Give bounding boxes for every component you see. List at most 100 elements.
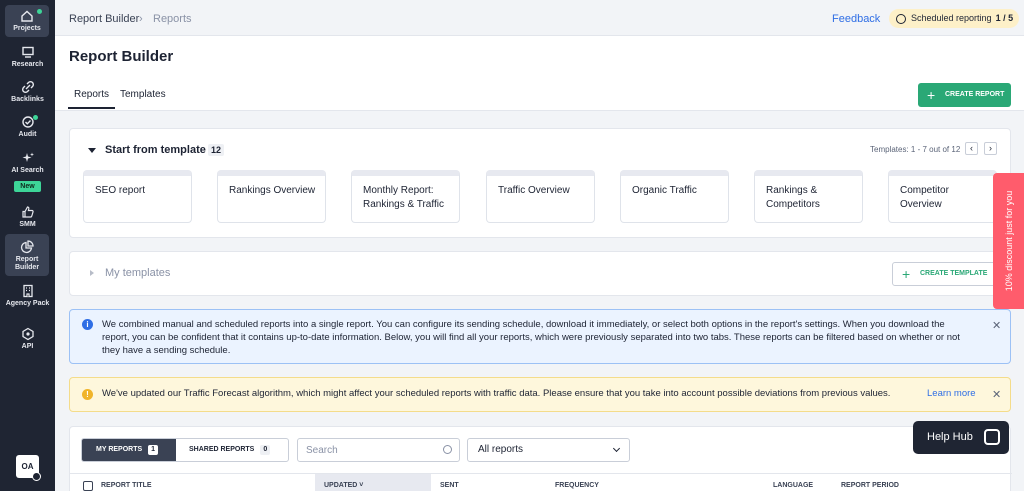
scheduled-reporting-count: 1 / 5 — [995, 13, 1014, 23]
template-card-label: Rankings & Competitors — [766, 185, 820, 210]
plus-icon: + — [927, 87, 936, 103]
create-template-label: CREATE TEMPLATE — [920, 270, 988, 277]
select-all-checkbox[interactable] — [83, 481, 93, 491]
create-template-button[interactable]: + CREATE TEMPLATE — [892, 262, 1007, 286]
template-card-label: Organic Traffic — [632, 185, 697, 196]
gear-icon[interactable] — [32, 472, 41, 481]
caret-down-icon[interactable] — [88, 148, 96, 153]
learn-more-link[interactable]: Learn more — [927, 388, 976, 399]
home-icon — [21, 10, 33, 22]
template-card-label: Monthly Report: Rankings & Traffic — [363, 185, 444, 210]
feedback-link[interactable]: Feedback — [832, 13, 880, 25]
column-updated-label: UPDATED — [324, 482, 358, 489]
sidebar-item-smm[interactable]: SMM — [0, 205, 55, 229]
chevron-right-icon: › — [139, 13, 143, 25]
column-sent[interactable]: SENT — [440, 482, 459, 489]
close-icon[interactable]: ✕ — [992, 388, 1001, 401]
sidebar-item-label: Projects — [13, 25, 41, 32]
sidebar-item-label: Audit — [18, 131, 37, 138]
section-title[interactable]: Start from template — [105, 144, 206, 156]
discount-label: 10% discount just for you — [1003, 190, 1014, 292]
template-card-organic-traffic[interactable]: Organic Traffic — [620, 170, 729, 223]
sidebar-item-label: API — [21, 343, 34, 350]
column-language[interactable]: LANGUAGE — [773, 482, 813, 489]
sidebar-item-research[interactable]: Research — [0, 45, 55, 69]
sidebar-item-ai-search[interactable]: AI Search New — [0, 151, 55, 193]
building-icon — [22, 284, 33, 298]
info-alert-text: We combined manual and scheduled reports… — [102, 319, 960, 356]
templates-pager-text: Templates: 1 - 7 out of 12 — [870, 145, 961, 154]
template-card-rankings-overview[interactable]: Rankings Overview — [217, 170, 326, 223]
report-filter-value: All reports — [478, 444, 524, 455]
sidebar-item-projects[interactable]: Projects — [5, 5, 49, 37]
template-card-competitor-overview[interactable]: Competitor Overview — [888, 170, 997, 223]
sidebar-item-label: Backlinks — [11, 96, 44, 103]
template-card-rankings-competitors[interactable]: Rankings & Competitors — [754, 170, 863, 223]
template-card-label: Traffic Overview — [498, 185, 570, 196]
new-badge: New — [14, 181, 41, 192]
sidebar: Projects Research Backlinks Audit AI Sea… — [0, 0, 55, 491]
report-filter-select[interactable]: All reports — [467, 438, 630, 462]
sparkle-icon — [22, 152, 34, 162]
template-card-monthly-report[interactable]: Monthly Report: Rankings & Traffic — [351, 170, 460, 223]
monitor-icon — [21, 46, 34, 58]
thumbs-up-icon — [21, 206, 34, 218]
my-reports-tab[interactable]: MY REPORTS 1 — [82, 439, 176, 461]
breadcrumb-reports: Reports — [153, 13, 192, 25]
search-icon — [443, 445, 452, 454]
column-updated[interactable]: UPDATED ˅ — [324, 482, 363, 489]
sidebar-item-agency-pack[interactable]: Agency Pack — [0, 284, 55, 308]
tab-templates[interactable]: Templates — [120, 89, 166, 100]
reports-table-card: MY REPORTS1 SHARED REPORTS0 All reports … — [69, 426, 1012, 491]
scheduled-reporting-label: Scheduled reporting — [911, 13, 992, 23]
breadcrumb-report-builder[interactable]: Report Builder — [69, 13, 139, 25]
reports-segmented-control: MY REPORTS 1 SHARED REPORTS 0 — [81, 438, 289, 462]
scheduled-reporting-badge[interactable]: Scheduled reporting 1 / 5 — [889, 9, 1019, 28]
sidebar-item-label: SMM — [19, 221, 36, 228]
table-header: REPORT TITLE UPDATED ˅ SENT FREQUENCY LA… — [70, 473, 1012, 491]
template-count-badge: 12 — [208, 144, 225, 156]
help-hub-label: Help Hub — [927, 431, 973, 443]
tab-reports[interactable]: Reports — [74, 89, 109, 100]
column-report-period[interactable]: REPORT PERIOD — [841, 482, 899, 489]
plus-icon: + — [902, 266, 911, 282]
chat-icon — [984, 429, 1000, 445]
column-report-title[interactable]: REPORT TITLE — [101, 482, 152, 489]
column-frequency[interactable]: FREQUENCY — [555, 482, 599, 489]
template-card-label: SEO report — [95, 185, 146, 196]
page-header: Report Builder Reports Templates + CREAT… — [55, 36, 1024, 111]
help-hub-button[interactable]: Help Hub — [913, 421, 1009, 454]
my-templates-section: My templates + CREATE TEMPLATE — [69, 251, 1011, 296]
my-reports-label: MY REPORTS — [96, 446, 143, 453]
pager-next-button[interactable]: › — [984, 142, 997, 155]
caret-right-icon[interactable] — [90, 270, 94, 276]
create-report-button[interactable]: + CREATE REPORT — [918, 83, 1011, 107]
create-report-label: CREATE REPORT — [945, 91, 1005, 98]
search-input[interactable] — [297, 438, 460, 462]
sidebar-item-report-builder[interactable]: Report Builder — [5, 234, 49, 276]
template-card-seo-report[interactable]: SEO report — [83, 170, 192, 223]
sidebar-item-label: Research — [11, 61, 44, 68]
pager-prev-button[interactable]: ‹ — [965, 142, 978, 155]
sidebar-item-label: Agency Pack — [5, 300, 50, 307]
start-from-template-section: Start from template 12 Templates: 1 - 7 … — [69, 128, 1011, 238]
template-card-label: Competitor Overview — [900, 185, 949, 210]
close-icon[interactable]: ✕ — [992, 319, 1001, 332]
sidebar-item-label: Report Builder — [14, 256, 40, 271]
my-reports-count: 1 — [148, 445, 159, 455]
template-card-label: Rankings Overview — [229, 185, 316, 196]
sort-desc-icon: ˅ — [359, 482, 364, 489]
info-alert: i We combined manual and scheduled repor… — [69, 309, 1011, 364]
sidebar-item-audit[interactable]: Audit — [0, 115, 55, 139]
shared-reports-tab[interactable]: SHARED REPORTS 0 — [176, 439, 288, 461]
pie-chart-icon — [20, 240, 34, 254]
info-icon: i — [82, 319, 93, 330]
notification-dot — [33, 115, 38, 120]
sidebar-item-api[interactable]: API — [0, 327, 55, 351]
sidebar-item-backlinks[interactable]: Backlinks — [0, 80, 55, 104]
warning-alert: ! We've updated our Traffic Forecast alg… — [69, 377, 1011, 412]
link-icon — [21, 80, 34, 94]
section-title[interactable]: My templates — [105, 267, 170, 279]
discount-side-tab[interactable]: 10% discount just for you — [993, 173, 1024, 309]
template-card-traffic-overview[interactable]: Traffic Overview — [486, 170, 595, 223]
